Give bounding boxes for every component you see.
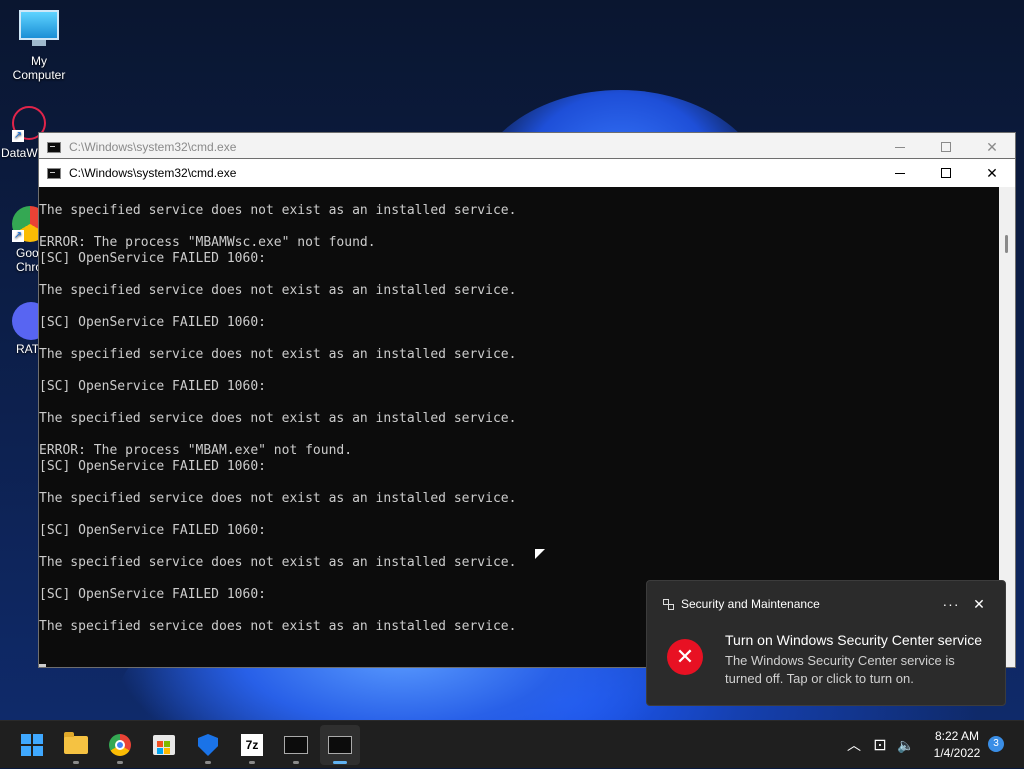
- toast-app-name: Security and Maintenance: [681, 597, 820, 611]
- desktop-icon-rat[interactable]: RAT: [0, 302, 50, 356]
- window-titlebar[interactable]: C:\Windows\system32\cmd.exe ✕: [39, 159, 1015, 187]
- close-button[interactable]: ✕: [969, 159, 1015, 187]
- console-line: [SC] OpenService FAILED 1060:: [39, 459, 266, 474]
- console-line: [SC] OpenService FAILED 1060:: [39, 379, 266, 394]
- taskbar-chrome[interactable]: [100, 725, 140, 765]
- toast-close-button[interactable]: ✕: [965, 596, 993, 613]
- window-title: C:\Windows\system32\cmd.exe: [69, 140, 237, 154]
- console-line: The specified service does not exist as …: [39, 283, 517, 298]
- cmd-icon: [47, 167, 61, 179]
- show-hidden-icons-chevron-icon[interactable]: ︿: [842, 735, 866, 755]
- console-line: ERROR: The process "MBAMWsc.exe" not fou…: [39, 235, 376, 250]
- taskbar-defender[interactable]: [188, 725, 228, 765]
- cmd-icon: [328, 736, 352, 754]
- cmd-icon: [284, 736, 308, 754]
- close-button[interactable]: ✕: [969, 133, 1015, 161]
- more-options-button[interactable]: ···: [937, 596, 965, 612]
- desktop-icon-label: Goo Chro: [16, 246, 43, 274]
- desktop-icon-dataw[interactable]: ↗ DataW: [0, 106, 46, 160]
- console-line: The specified service does not exist as …: [39, 347, 517, 362]
- running-indicator: [205, 761, 211, 764]
- desktop-icon-my-computer[interactable]: My Computer: [3, 10, 75, 82]
- console-line: [SC] OpenService FAILED 1060:: [39, 315, 266, 330]
- mouse-pointer-icon: [535, 549, 545, 559]
- error-icon: ✕: [667, 639, 703, 675]
- scrollbar-thumb[interactable]: [1005, 235, 1008, 253]
- running-indicator: [293, 761, 299, 764]
- security-maintenance-icon: [663, 599, 674, 610]
- taskbar: 7z ︿ ⊡ 🔈 8:22 AM 1/4/2022: [0, 720, 1024, 768]
- minimize-icon: [895, 172, 905, 174]
- taskbar-store[interactable]: [144, 725, 184, 765]
- cmd-icon: [47, 141, 61, 153]
- chrome-icon: [109, 734, 131, 756]
- clock-date: 1/4/2022: [933, 746, 981, 760]
- microsoft-store-icon: [153, 735, 175, 755]
- 7zip-icon: 7z: [241, 734, 263, 756]
- maximize-button[interactable]: [923, 159, 969, 187]
- file-explorer-icon: [64, 732, 88, 754]
- console-line: [SC] OpenService FAILED 1060:: [39, 251, 266, 266]
- taskbar-cmd[interactable]: [276, 725, 316, 765]
- taskbar-clock[interactable]: 8:22 AM 1/4/2022: [926, 728, 988, 762]
- toast-body: The Windows Security Center service is t…: [725, 653, 955, 686]
- console-line: ERROR: The process "MBAM.exe" not found.: [39, 443, 353, 458]
- minimize-icon: [895, 146, 905, 148]
- console-line: The specified service does not exist as …: [39, 203, 517, 218]
- running-indicator: [249, 761, 255, 764]
- shortcut-arrow-icon: ↗: [12, 130, 24, 142]
- running-indicator: [117, 761, 123, 764]
- taskbar-7zip[interactable]: 7z: [232, 725, 272, 765]
- taskbar-file-explorer[interactable]: [56, 725, 96, 765]
- desktop-icon-chrome[interactable]: ↗ Goo Chro: [0, 206, 48, 274]
- minimize-button[interactable]: [877, 133, 923, 161]
- maximize-icon: [941, 142, 951, 152]
- clock-time: 8:22 AM: [934, 729, 980, 743]
- window-titlebar[interactable]: C:\Windows\system32\cmd.exe ✕: [39, 133, 1015, 161]
- running-indicator: [73, 761, 79, 764]
- computer-icon: [19, 10, 59, 50]
- notification-toast[interactable]: Security and Maintenance ··· ✕ ✕ Turn on…: [646, 580, 1006, 706]
- windows-start-icon: [21, 734, 43, 756]
- shortcut-arrow-icon: ↗: [12, 230, 24, 242]
- volume-icon[interactable]: 🔈: [894, 737, 918, 754]
- desktop-icon-label: DataW: [1, 146, 38, 160]
- taskbar-cmd-active[interactable]: [320, 725, 360, 765]
- console-cursor: [39, 664, 46, 667]
- minimize-button[interactable]: [877, 159, 923, 187]
- toast-title: Turn on Windows Security Center service: [725, 632, 983, 648]
- console-line: The specified service does not exist as …: [39, 411, 517, 426]
- active-indicator: [333, 761, 347, 764]
- console-line: [SC] OpenService FAILED 1060:: [39, 523, 266, 538]
- notification-count-badge[interactable]: 3: [988, 736, 1004, 752]
- console-line: The specified service does not exist as …: [39, 491, 517, 506]
- desktop-icon-label: RAT: [16, 342, 40, 356]
- windows-security-shield-icon: [198, 734, 218, 756]
- system-tray: ︿ ⊡ 🔈: [842, 721, 922, 769]
- window-title: C:\Windows\system32\cmd.exe: [69, 166, 237, 180]
- console-line: The specified service does not exist as …: [39, 555, 517, 570]
- network-icon[interactable]: ⊡: [866, 735, 894, 755]
- start-button[interactable]: [12, 725, 52, 765]
- maximize-button[interactable]: [923, 133, 969, 161]
- desktop-icon-label: My Computer: [12, 54, 66, 82]
- maximize-icon: [941, 168, 951, 178]
